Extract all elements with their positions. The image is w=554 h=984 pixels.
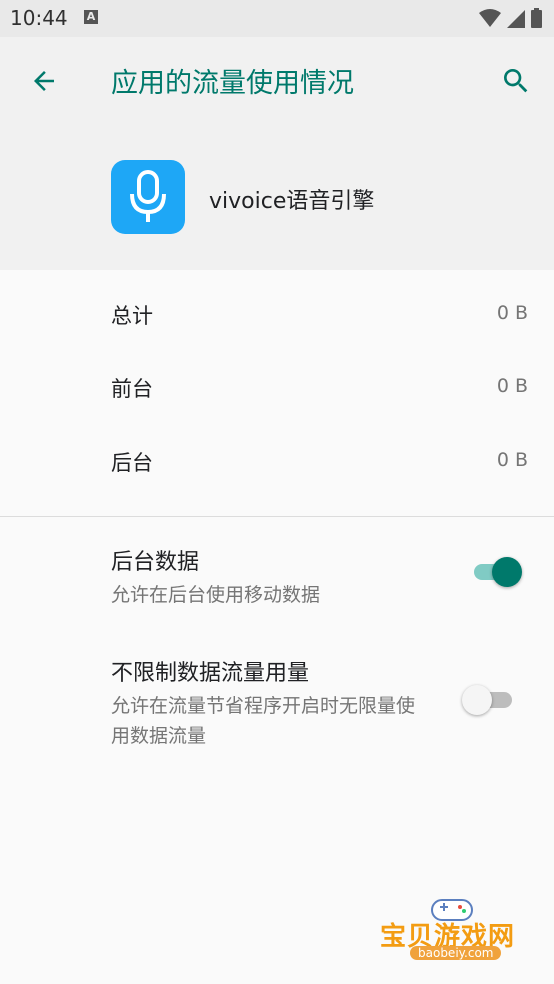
battery-icon — [531, 8, 542, 28]
watermark-url: baobeiy.com — [410, 946, 502, 960]
usage-label: 总计 — [111, 304, 153, 328]
usage-label: 后台 — [111, 451, 153, 475]
notification-icon: A — [84, 10, 98, 24]
watermark-logo: 宝贝游戏网 baobeiy.com — [378, 892, 528, 972]
pref-unrestricted-data[interactable]: 不限制数据流量用量 允许在流量节省程序开启时无限量使用数据流量 — [111, 655, 431, 751]
microphone-icon — [130, 170, 166, 222]
usage-row-foreground: 前台 0 B — [0, 373, 554, 413]
search-icon — [504, 69, 528, 93]
system-icons — [479, 8, 542, 28]
switch-thumb — [492, 557, 522, 587]
usage-value: 0 B — [496, 449, 528, 471]
page-title: 应用的流量使用情况 — [111, 68, 354, 99]
pref-background-data[interactable]: 后台数据 允许在后台使用移动数据 — [111, 544, 451, 610]
usage-value: 0 B — [496, 375, 528, 397]
back-button[interactable] — [24, 61, 64, 101]
unrestricted-data-switch[interactable] — [462, 685, 512, 715]
pref-title: 后台数据 — [111, 550, 200, 575]
divider — [0, 516, 554, 517]
search-button[interactable] — [496, 61, 536, 101]
pref-summary: 允许在流量节省程序开启时无限量使用数据流量 — [111, 695, 416, 747]
app-header: 应用的流量使用情况 vivoice语音引擎 — [0, 37, 554, 270]
app-icon — [111, 160, 185, 234]
status-time: 10:44 — [10, 6, 68, 30]
pref-summary: 允许在后台使用移动数据 — [111, 584, 321, 606]
background-data-switch[interactable] — [474, 557, 522, 587]
wifi-icon — [479, 9, 501, 27]
switch-thumb — [462, 685, 492, 715]
app-name: vivoice语音引擎 — [209, 189, 375, 214]
usage-row-total: 总计 0 B — [0, 300, 554, 340]
status-bar: 10:44 A — [0, 0, 554, 37]
usage-row-background: 后台 0 B — [0, 447, 554, 487]
usage-label: 前台 — [111, 377, 153, 401]
signal-icon — [507, 10, 525, 28]
pref-title: 不限制数据流量用量 — [111, 661, 310, 686]
usage-value: 0 B — [496, 302, 528, 324]
arrow-back-icon — [34, 71, 54, 91]
